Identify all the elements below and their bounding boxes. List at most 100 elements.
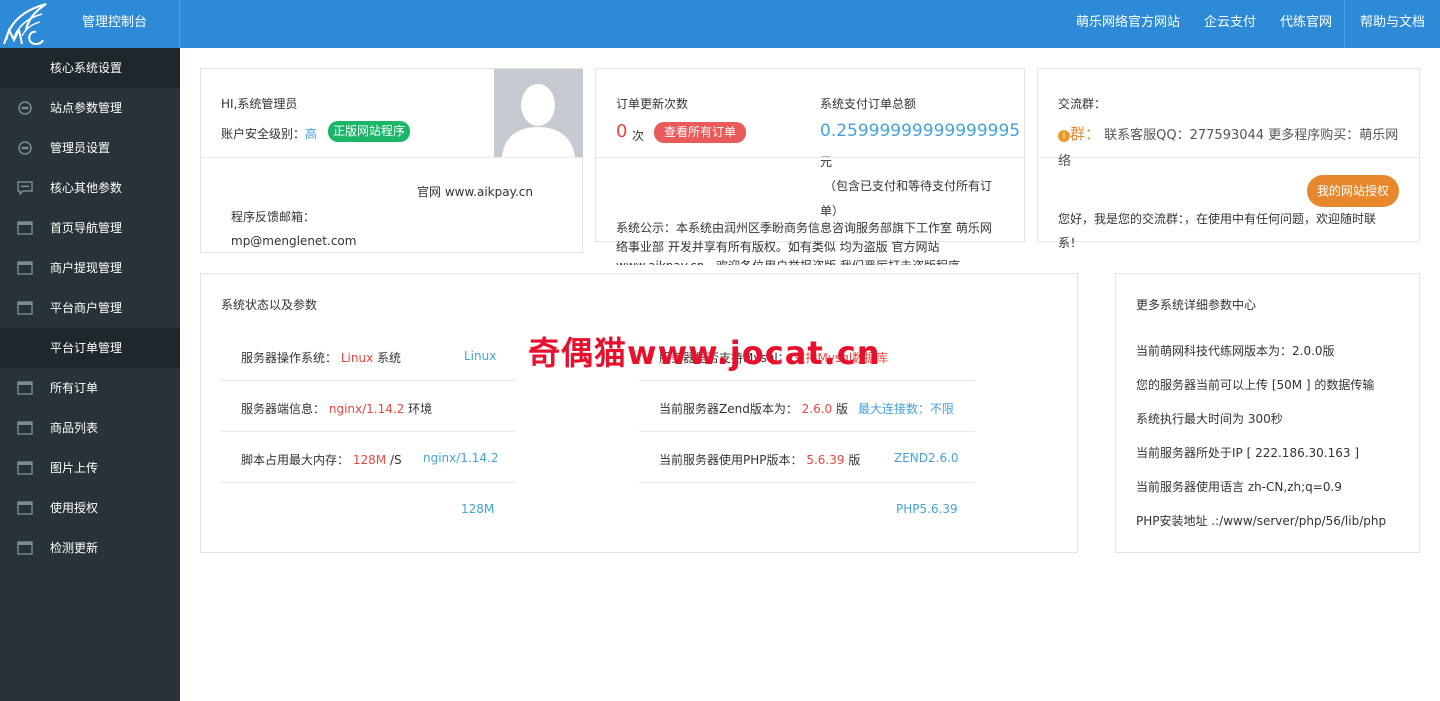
- memory-suffix: /S: [389, 453, 402, 467]
- sidebar-item-label: 核心系统设置: [50, 61, 123, 75]
- window-icon: [17, 381, 33, 395]
- sidebar-item-all-orders[interactable]: 所有订单: [0, 368, 180, 408]
- sidebar-section-core[interactable]: 核心系统设置: [0, 48, 180, 88]
- console-title[interactable]: 管理控制台: [50, 0, 180, 48]
- group-contact-text: 联系客服QQ：277593044 更多程序购买：萌乐网络: [1058, 128, 1399, 169]
- status-title: 系统状态以及参数: [221, 298, 318, 312]
- window-icon: [17, 301, 33, 315]
- os-value: Linux: [340, 351, 374, 365]
- sidebar-item-label: 图片上传: [50, 461, 99, 475]
- sidebar-item-products[interactable]: 商品列表: [0, 408, 180, 448]
- sidebar-section-orders[interactable]: 平台订单管理: [0, 328, 180, 368]
- php-bottom: PHP5.6.39: [896, 502, 958, 516]
- order-update-label: 订单更新次数: [616, 97, 689, 111]
- sidebar-item-label: 平台商户管理: [50, 301, 123, 315]
- admin-panel: HI,系统管理员 账户安全级别： 高 正版网站程序 官网 www.aikpay.…: [200, 68, 583, 253]
- memory-bottom: 128M: [461, 502, 495, 516]
- sidebar-item-license[interactable]: 使用授权: [0, 488, 180, 528]
- nav-dailian-site[interactable]: 代练官网: [1268, 0, 1344, 48]
- sidebar-item-label: 所有订单: [50, 381, 99, 395]
- param-line: 当前萌网科技代练网版本为：2.0.0版: [1136, 344, 1335, 358]
- os-row: 服务器操作系统： Linux 系统: [241, 349, 401, 366]
- server-label: 服务器端信息：: [241, 402, 326, 416]
- order-total-note: （包含已支付和等待支付所有订: [824, 179, 993, 193]
- sidebar-item-image-upload[interactable]: 图片上传: [0, 448, 180, 488]
- group-qun-label: 群：: [1070, 125, 1101, 143]
- official-site-text: 官网 www.aikpay.cn: [417, 185, 533, 199]
- window-icon: [17, 221, 33, 235]
- order-total-note-end: 单）: [820, 204, 845, 218]
- info-icon: i: [1058, 130, 1070, 142]
- sidebar-item-label: 使用授权: [50, 501, 99, 515]
- genuine-program-button[interactable]: 正版网站程序: [328, 121, 410, 142]
- admin-greeting: HI,系统管理员: [221, 97, 298, 111]
- system-status-panel: 系统状态以及参数 服务器操作系统： Linux 系统 Linux 服务器端信息：…: [200, 273, 1078, 553]
- os-suffix: 系统: [377, 351, 402, 365]
- sidebar-item-merchants[interactable]: 平台商户管理: [0, 288, 180, 328]
- sidebar-item-label: 站点参数管理: [50, 101, 123, 115]
- sidebar-item-label: 核心其他参数: [50, 181, 123, 195]
- nav-qiyun-pay[interactable]: 企云支付: [1192, 0, 1268, 48]
- group-welcome: 您好，我是您的交流群：，在使用中有任何问题，欢迎随时联系！: [1058, 212, 1377, 250]
- sidebar-item-label: 平台订单管理: [50, 341, 123, 355]
- param-line: 系统执行最大时间为 300秒: [1136, 412, 1283, 426]
- zend-label: 当前服务器Zend版本为：: [659, 402, 798, 416]
- gear-icon: [18, 141, 32, 155]
- order-total-unit: 元: [820, 155, 833, 169]
- os-side: Linux: [464, 349, 497, 363]
- zend-row: 当前服务器Zend版本为： 2.6.0 版: [659, 400, 848, 417]
- zend-value: 2.6.0: [801, 402, 833, 416]
- divider: [221, 482, 515, 483]
- server-value: nginx/1.14.2: [328, 402, 405, 416]
- group-panel: 交流群： i 群： 联系客服QQ：277593044 更多程序购买：萌乐网络 我的…: [1037, 68, 1420, 250]
- sidebar-item-admin-settings[interactable]: 管理员设置: [0, 128, 180, 168]
- php-value: 5.6.39: [806, 453, 845, 467]
- php-label: 当前服务器使用PHP版本：: [659, 453, 803, 467]
- memory-value: 128M: [352, 453, 387, 467]
- divider: [596, 157, 1024, 158]
- window-icon: [17, 461, 33, 475]
- sidebar-item-label: 商户提现管理: [50, 261, 123, 275]
- sidebar-item-site-params[interactable]: 站点参数管理: [0, 88, 180, 128]
- nav-official-site[interactable]: 萌乐网络官方网站: [1064, 0, 1192, 48]
- divider: [221, 380, 515, 381]
- param-line: 当前服务器所处于IP [ 222.186.30.163 ]: [1136, 446, 1360, 460]
- user-silhouette-icon: [494, 69, 583, 157]
- feedback-email[interactable]: mp@menglenet.com: [231, 234, 356, 248]
- divider: [639, 431, 975, 432]
- window-icon: [17, 261, 33, 275]
- system-notice: 系统公示：本系统由润州区季盼商务信息咨询服务部旗下工作室 萌乐网络事业部 开发并…: [616, 221, 992, 265]
- order-total-label: 系统支付订单总额: [820, 97, 917, 111]
- logo[interactable]: [0, 0, 50, 48]
- wing-logo-icon: [3, 2, 47, 46]
- sidebar-item-home-nav[interactable]: 首页导航管理: [0, 208, 180, 248]
- gear-icon: [18, 101, 32, 115]
- feedback-email-label: 程序反馈邮箱：: [231, 210, 316, 224]
- top-nav: 萌乐网络官方网站 企云支付 代练官网 帮助与文档: [1064, 0, 1440, 48]
- more-params-title: 更多系统详细参数中心: [1136, 298, 1257, 312]
- view-all-orders-button[interactable]: 查看所有订单: [654, 122, 746, 143]
- avatar[interactable]: [494, 69, 583, 157]
- group-contact: i 群： 联系客服QQ：277593044 更多程序购买：萌乐网络: [1058, 121, 1408, 175]
- group-title: 交流群：: [1058, 97, 1107, 111]
- param-line: 当前服务器使用语言 zh-CN,zh;q=0.9: [1136, 480, 1342, 494]
- sidebar-item-core-other[interactable]: 核心其他参数: [0, 168, 180, 208]
- param-line: PHP安装地址 .:/www/server/php/56/lib/php: [1136, 514, 1387, 528]
- window-icon: [17, 541, 33, 555]
- zend-side: ZEND2.6.0: [894, 451, 959, 465]
- divider: [639, 482, 975, 483]
- sidebar-item-label: 商品列表: [50, 421, 99, 435]
- param-line: 您的服务器当前可以上传 [50M ] 的数据传输: [1136, 378, 1375, 392]
- order-update-unit: 次: [632, 129, 645, 143]
- nav-help-docs[interactable]: 帮助与文档: [1343, 0, 1440, 48]
- os-label: 服务器操作系统：: [241, 351, 338, 365]
- sidebar-item-check-update[interactable]: 检测更新: [0, 528, 180, 568]
- server-suffix: 环境: [408, 402, 433, 416]
- sidebar-item-withdraw[interactable]: 商户提现管理: [0, 248, 180, 288]
- divider: [639, 380, 975, 381]
- memory-label: 脚本占用最大内存：: [241, 453, 350, 467]
- order-total-value: 0.25999999999999995: [820, 121, 1021, 141]
- my-site-license-button[interactable]: 我的网站授权: [1307, 175, 1399, 207]
- php-row: 当前服务器使用PHP版本： 5.6.39 版: [659, 451, 860, 468]
- memory-row: 脚本占用最大内存： 128M /S: [241, 451, 402, 468]
